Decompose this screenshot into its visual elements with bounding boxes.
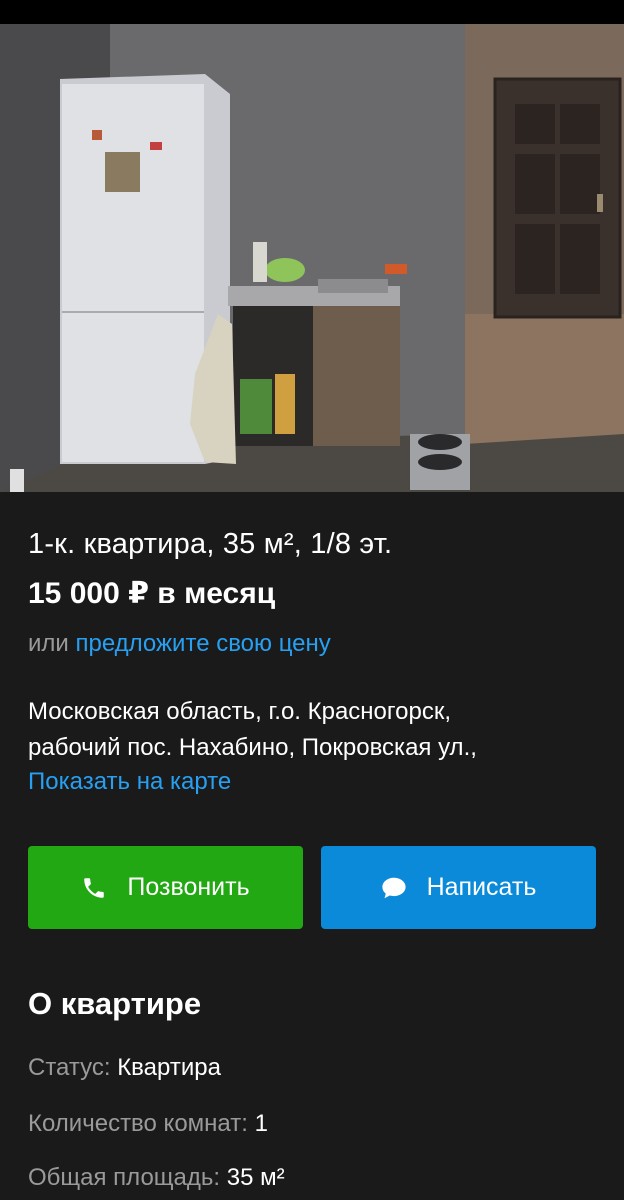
param-value: Квартира — [117, 1054, 221, 1081]
param-key: Количество комнат: — [28, 1110, 255, 1137]
address-line-1: Московская область, г.о. Красногорск, — [28, 698, 451, 725]
param-row: Статус: Квартира — [28, 1054, 221, 1082]
param-key: Статус: — [28, 1054, 118, 1081]
show-on-map-link[interactable]: Показать на карте — [28, 768, 231, 796]
about-section-title: О квартире — [28, 986, 202, 1021]
write-button[interactable]: Написать — [321, 846, 596, 929]
param-key: Общая площадь: — [28, 1164, 227, 1191]
param-value: 35 м² — [226, 1164, 285, 1191]
listing-address: Московская область, г.о. Красногорск, ра… — [28, 694, 477, 766]
listing-title: 1-к. квартира, 35 м², 1/8 эт. — [28, 528, 393, 560]
address-line-2: рабочий пос. Нахабино, Покровская ул., — [28, 734, 477, 761]
param-value: 1 — [254, 1110, 268, 1137]
listing-price: 15 000 ₽ в месяц — [28, 577, 276, 610]
param-row: Количество комнат: 1 — [28, 1110, 268, 1138]
apartment-photo-image — [0, 24, 624, 492]
phone-icon — [81, 875, 107, 901]
param-row: Общая площадь: 35 м² — [28, 1164, 285, 1192]
price-offer-row: или предложите свою цену — [28, 630, 331, 658]
offer-prefix: или — [28, 630, 76, 657]
call-button-label: Позвонить — [127, 873, 250, 901]
offer-price-link[interactable]: предложите свою цену — [75, 630, 330, 657]
status-bar — [0, 0, 624, 24]
chat-bubble-icon — [381, 875, 407, 901]
listing-photo[interactable] — [0, 24, 624, 492]
write-button-label: Написать — [426, 873, 537, 901]
call-button[interactable]: Позвонить — [28, 846, 303, 929]
